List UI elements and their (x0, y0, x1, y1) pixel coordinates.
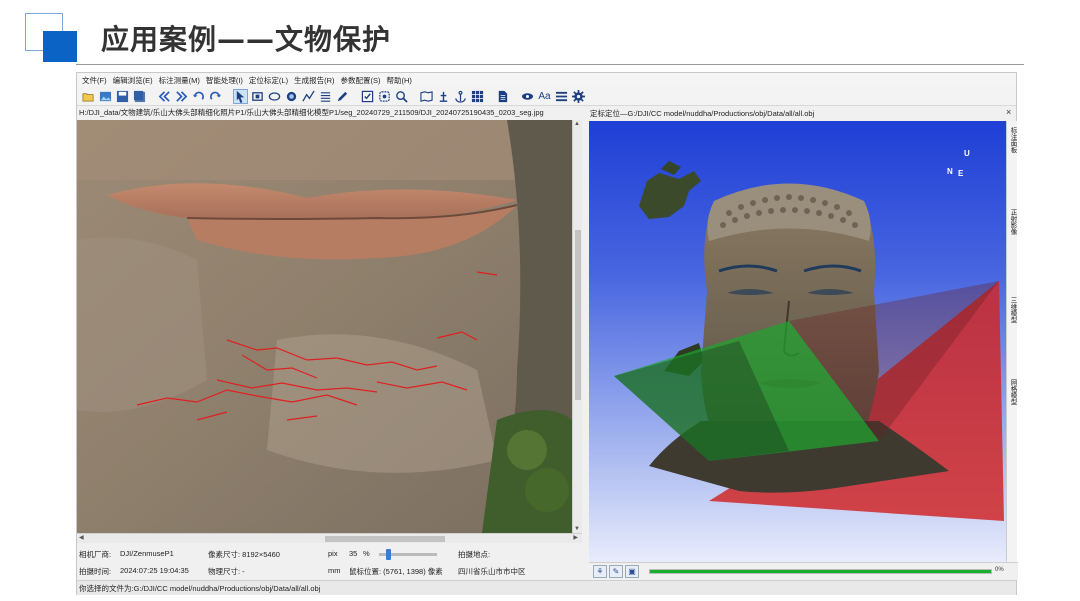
location-label: 拍摄地点: (458, 550, 491, 559)
save-all-icon[interactable] (132, 89, 147, 104)
toolbar: Aa (77, 87, 1016, 106)
pixel-unit: pix (328, 549, 338, 558)
menu-edit[interactable]: 编辑浏览(E) (110, 75, 156, 86)
compass-e: E (958, 169, 964, 178)
zoom-slider-knob[interactable] (386, 549, 391, 560)
ellipse-tool-icon[interactable] (267, 89, 282, 104)
load-progress-bar (649, 569, 992, 574)
compass-n: N (947, 167, 953, 176)
buddha-3d-model (614, 161, 1004, 521)
close-icon[interactable]: × (1006, 107, 1011, 117)
side-tab-strip: 标注面板 正射影像 三维模型 网格模型 (1006, 121, 1017, 562)
anchor-icon[interactable] (453, 89, 468, 104)
eye-icon[interactable] (520, 89, 535, 104)
maker-value: DJI/ZenmuseP1 (120, 549, 174, 558)
pencil-icon[interactable] (335, 89, 350, 104)
map-icon[interactable] (419, 89, 434, 104)
menu-report[interactable]: 生成报告(R) (291, 75, 337, 86)
title-divider (76, 64, 1024, 65)
progress-text: 0% (995, 567, 1004, 573)
hscroll-thumb[interactable] (325, 536, 445, 542)
document-icon[interactable] (495, 89, 510, 104)
viewer-toolbar: ⚘ ✎ ▣ 0% (589, 562, 1018, 580)
last-image-icon[interactable] (174, 89, 189, 104)
compass-up: U (964, 149, 970, 158)
side-tab-ortho[interactable]: 正射影像 (1008, 209, 1017, 235)
3d-model-viewer[interactable]: U N E (589, 121, 1006, 562)
first-image-icon[interactable] (157, 89, 172, 104)
location-value: 四川省乐山市市中区 (458, 567, 526, 576)
slide-title: 应用案例——文物保护 (101, 23, 392, 56)
side-tab-annotation[interactable]: 标注面板 (1008, 127, 1017, 153)
menu-annotate[interactable]: 标注测量(M) (156, 75, 203, 86)
rotate-right-icon[interactable] (208, 89, 223, 104)
image-icon[interactable] (98, 89, 113, 104)
vertical-scrollbar[interactable]: ▲ ▼ (572, 120, 582, 533)
open-folder-icon[interactable] (81, 89, 96, 104)
image-path: H:/DJI_data/文物建筑/乐山大佛头部精细化照片P1/乐山大佛头部精细化… (79, 108, 544, 117)
edit-model-icon[interactable]: ✎ (609, 565, 623, 578)
zoom-unit: % (363, 549, 370, 558)
menu-smart[interactable]: 智能处理(I) (203, 75, 246, 86)
gear-icon[interactable] (571, 89, 586, 104)
zoom-control: 35 % (349, 549, 444, 560)
network-icon[interactable]: ⚘ (593, 565, 607, 578)
side-tab-mesh[interactable]: 网格模型 (1008, 379, 1017, 405)
text-tool-icon[interactable]: Aa (537, 89, 552, 104)
menu-file[interactable]: 文件(F) (79, 75, 110, 86)
title-decoration-fill (43, 31, 77, 62)
physical-size: 物理尺寸: - (208, 567, 245, 576)
list-icon[interactable] (554, 89, 569, 104)
horizontal-scrollbar[interactable]: ◀ ▶ (77, 533, 582, 543)
physical-unit: mm (328, 566, 341, 575)
polyline-tool-icon[interactable] (301, 89, 316, 104)
grid-icon[interactable] (470, 89, 485, 104)
zoom-value: 35 (349, 549, 358, 558)
mouse-position: 鼠标位置: (5761, 1398) 像素 (349, 567, 443, 576)
photo-viewer[interactable] (77, 120, 572, 533)
menu-settings[interactable]: 参数配置(S) (338, 75, 384, 86)
menu-bar: 文件(F) 编辑浏览(E) 标注测量(M) 智能处理(I) 定位标定(L) 生成… (77, 73, 1016, 87)
app-window: 文件(F) 编辑浏览(E) 标注测量(M) 智能处理(I) 定位标定(L) 生成… (76, 72, 1018, 595)
slide: 应用案例——文物保护 文件(F) 编辑浏览(E) 标注测量(M) 智能处理(I)… (0, 0, 1080, 601)
time-label: 拍摄时间: (79, 567, 112, 576)
model-path: 定标定位—G:/DJI/CC model/nuddha/Productions/… (590, 109, 815, 118)
time-value: 2024:07:25 19:04:35 (120, 566, 189, 575)
side-tab-3d[interactable]: 三维模型 (1008, 297, 1017, 323)
menu-help[interactable]: 帮助(H) (384, 75, 415, 86)
pixel-size: 像素尺寸: 8192×5460 (208, 550, 280, 559)
layers-icon[interactable] (318, 89, 333, 104)
photo-info-panel: 相机厂商: DJI/ZenmuseP1 像素尺寸: 8192×5460 pix … (77, 544, 582, 580)
circle-tool-icon[interactable] (284, 89, 299, 104)
zoom-icon[interactable] (394, 89, 409, 104)
camera-icon[interactable]: ▣ (625, 565, 639, 578)
save-icon[interactable] (115, 89, 130, 104)
rectangle-tool-icon[interactable] (250, 89, 265, 104)
stone-face-photo (77, 120, 572, 533)
rotate-left-icon[interactable] (191, 89, 206, 104)
checkbox-tool-icon[interactable] (360, 89, 375, 104)
menu-locate[interactable]: 定位标定(L) (246, 75, 291, 86)
pointer-icon[interactable] (233, 88, 248, 104)
maker-label: 相机厂商: (79, 550, 112, 559)
status-bar: 你选择的文件为:G:/DJI/CC model/nuddha/Productio… (77, 580, 1016, 595)
fit-view-icon[interactable] (377, 89, 392, 104)
drone-icon[interactable] (436, 89, 451, 104)
scroll-thumb[interactable] (575, 230, 581, 400)
